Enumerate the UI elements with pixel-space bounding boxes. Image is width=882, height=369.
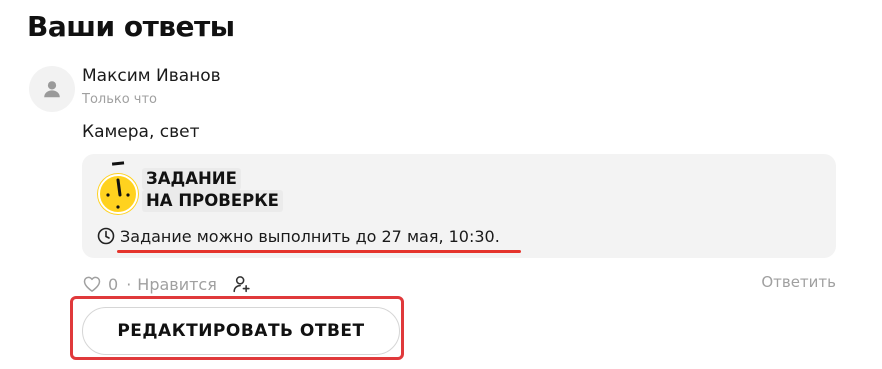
edit-answer-button[interactable]: РЕДАКТИРОВАТЬ ОТВЕТ [82,307,400,355]
deadline-underline [117,250,521,253]
actions-row: 0 · Нравится [82,273,253,295]
section-title: Ваши ответы [27,10,235,43]
clock-icon [97,227,115,245]
like-button[interactable]: Нравится [137,275,217,294]
deadline-text: Задание можно выполнить до 27 мая, 10:30… [120,226,500,246]
task-status-line1: ЗАДАНИЕ [142,168,241,190]
answers-section: Ваши ответы Максим Иванов Только что Кам… [0,0,882,369]
add-user-icon[interactable] [231,273,253,295]
task-status-card: ЗАДАНИЕ НА ПРОВЕРКЕ Задание можно выполн… [82,154,836,258]
user-avatar-icon [44,81,60,98]
like-count: 0 [108,274,119,294]
author-name[interactable]: Максим Иванов [82,66,221,86]
deadline-row: Задание можно выполнить до 27 мая, 10:30… [96,226,500,246]
avatar[interactable] [29,66,75,112]
task-status-line2: НА ПРОВЕРКЕ [142,190,283,212]
heart-icon[interactable] [82,274,102,294]
reply-link[interactable]: Ответить [761,273,836,291]
answer-text: Камера, свет [82,122,200,142]
separator-dot: · [126,274,132,294]
timer-icon [97,161,139,215]
answer-timestamp: Только что [82,92,158,107]
task-status: ЗАДАНИЕ НА ПРОВЕРКЕ [142,168,283,212]
